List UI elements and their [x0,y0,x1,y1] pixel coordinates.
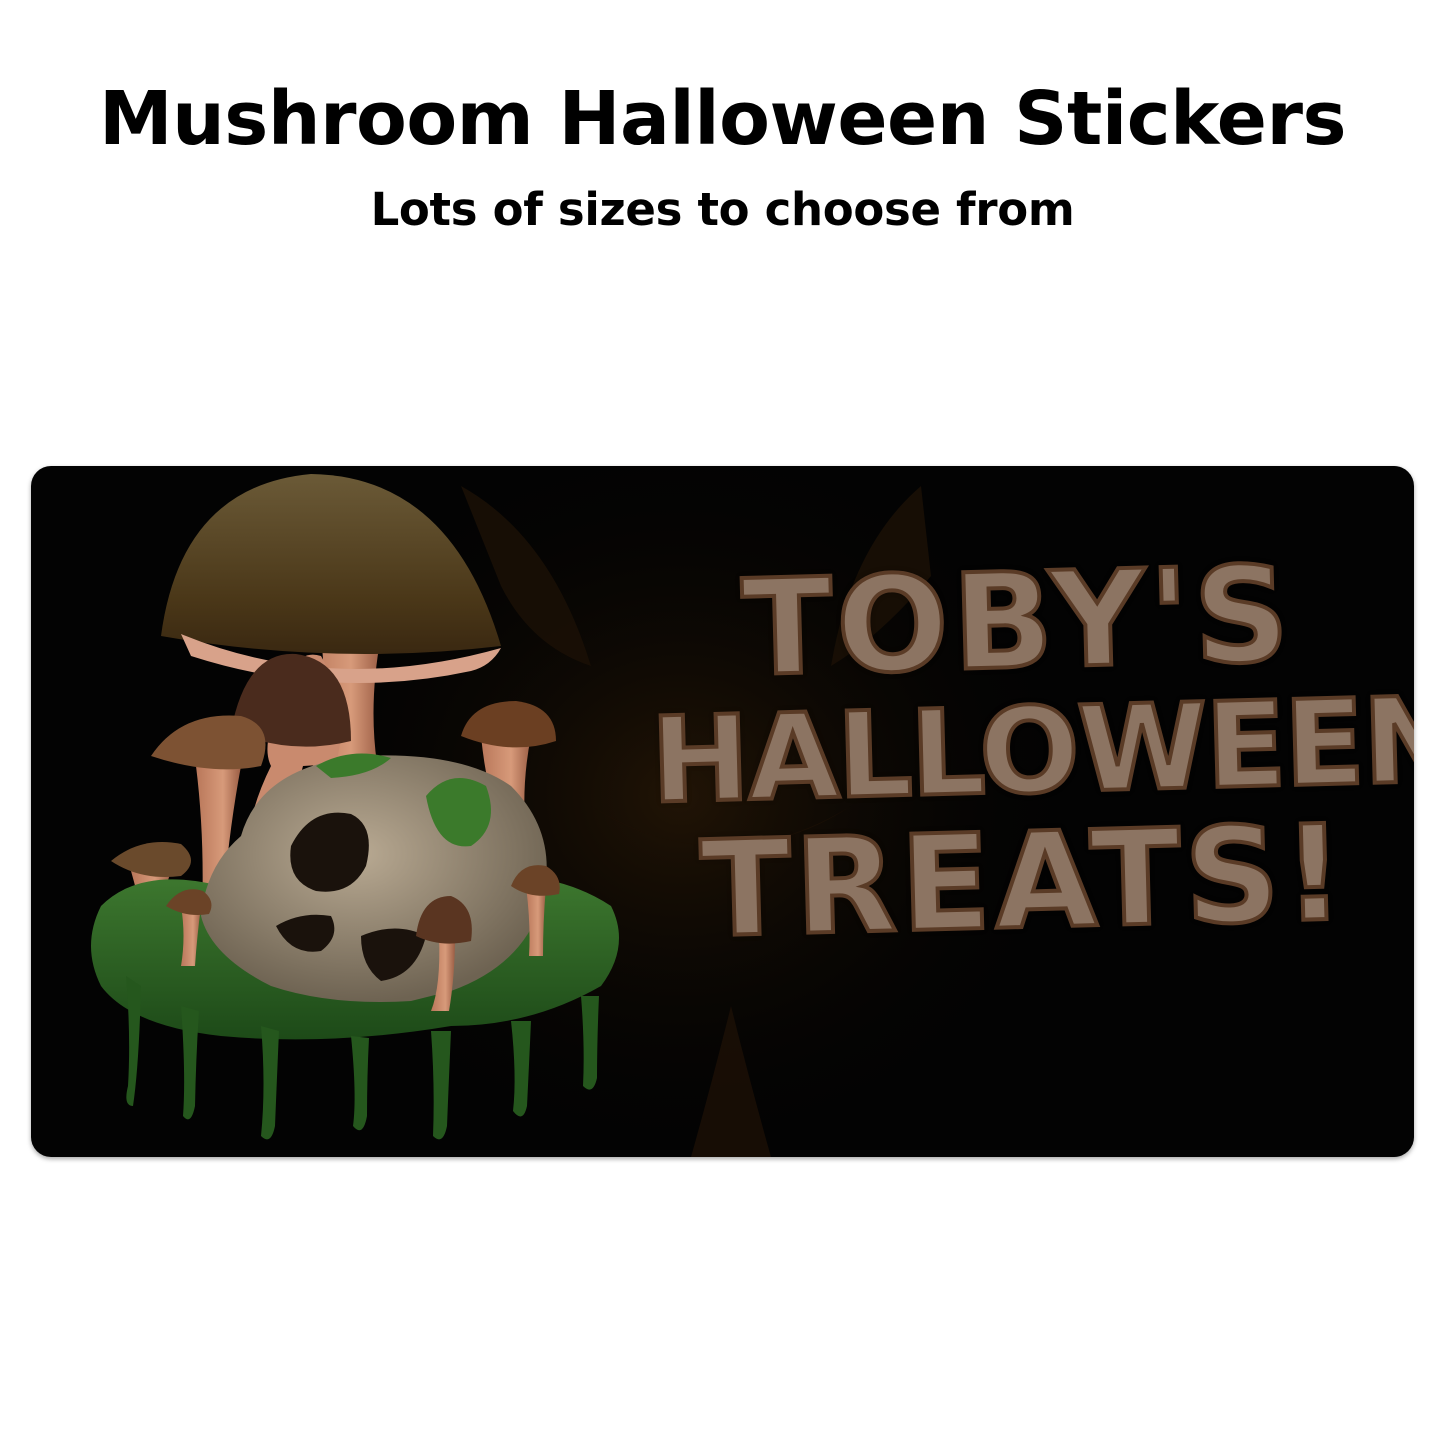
page-title: Mushroom Halloween Stickers [98,76,1347,162]
sticker-line-3: TREATS! [697,795,1352,970]
name-sticker: TOBY'S HALLOWEEN TREATS! [31,466,1414,1157]
page-subtitle: Lots of sizes to choose from [370,183,1075,236]
sticker-name-text: TOBY'S HALLOWEEN TREATS! [646,536,1414,970]
